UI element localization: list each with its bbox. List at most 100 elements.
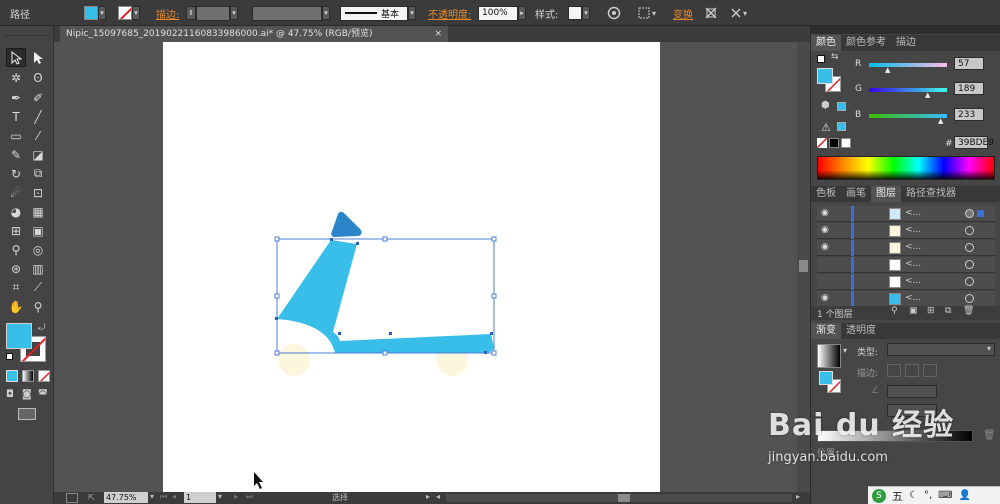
tab-layers[interactable]: 图层 — [871, 186, 901, 202]
opacity-field[interactable]: 100% ▸ — [478, 0, 526, 26]
visibility-eye-icon[interactable]: ◉ — [821, 225, 829, 235]
next-artboard-icon[interactable]: ▸ — [234, 492, 238, 501]
layer-row[interactable]: ◉ <... — [817, 206, 995, 222]
panel-grip[interactable] — [4, 28, 50, 36]
green-value-field[interactable]: 189 — [954, 82, 984, 95]
previous-artboard-icon[interactable]: ◂ — [172, 492, 176, 501]
graphic-style-swatch[interactable]: ▾ — [568, 0, 590, 26]
target-icon[interactable] — [965, 226, 974, 235]
gradient-tool-icon[interactable]: ▣ — [28, 221, 48, 240]
chevron-down-icon[interactable]: ▾ — [132, 6, 140, 20]
green-slider[interactable] — [869, 88, 947, 92]
visibility-eye-icon[interactable]: ◉ — [821, 293, 829, 303]
last-artboard-icon[interactable]: ⏭ — [246, 492, 253, 502]
tab-pathfinder[interactable]: 路径查找器 — [901, 186, 961, 202]
artboard-nav-icon[interactable] — [66, 493, 78, 503]
clipping-mask-icon[interactable]: ▣ — [909, 306, 918, 316]
punctuation-icon[interactable]: °, — [924, 490, 932, 501]
transform-link[interactable]: 变换 — [673, 0, 693, 26]
tab-color-guide[interactable]: 颜色参考 — [841, 35, 891, 51]
vertical-scrollbar[interactable] — [797, 42, 810, 492]
gradient-type-dropdown[interactable]: ▾ — [887, 343, 995, 356]
screen-mode-icon[interactable] — [18, 408, 36, 420]
apply-within-stroke-button[interactable] — [887, 364, 901, 377]
red-value-field[interactable]: 57 — [954, 57, 984, 70]
rectangle-tool-icon[interactable]: ▭ — [6, 126, 26, 145]
lasso-tool-icon[interactable]: ʘ — [28, 68, 48, 87]
dock-header[interactable] — [811, 26, 1000, 34]
aspect-ratio-field[interactable] — [887, 404, 937, 417]
paintbrush-tool-icon[interactable]: ⁄ — [28, 126, 48, 145]
blue-value-field[interactable]: 233 — [954, 108, 984, 121]
color-mode-button[interactable] — [6, 370, 18, 382]
color-spectrum[interactable] — [817, 156, 995, 180]
tab-brushes[interactable]: 画笔 — [841, 186, 871, 202]
user-icon[interactable]: 👤 — [959, 490, 971, 501]
stroke-link[interactable]: 描边: — [156, 0, 179, 26]
target-icon[interactable] — [965, 260, 974, 269]
out-of-web-gamut-icon[interactable]: ⬢ — [821, 100, 830, 111]
chevron-down-icon[interactable]: ▾ — [218, 492, 222, 501]
green-slider-handle[interactable]: ▲ — [925, 91, 930, 99]
scrollbar-thumb[interactable] — [799, 260, 808, 272]
red-slider-handle[interactable]: ▲ — [885, 66, 890, 74]
zoom-field[interactable]: 47.75% — [104, 492, 148, 503]
first-artboard-icon[interactable]: ⏮ — [160, 492, 167, 502]
blue-slider-handle[interactable]: ▲ — [938, 117, 943, 125]
web-safe-swatch[interactable] — [837, 102, 846, 111]
keyboard-icon[interactable]: ⌨ — [938, 490, 952, 501]
target-icon[interactable] — [965, 243, 974, 252]
opacity-link[interactable]: 不透明度: — [428, 0, 471, 26]
out-of-gamut-warning-icon[interactable]: ⚠ — [821, 121, 831, 134]
target-icon[interactable] — [965, 294, 974, 303]
scroll-left-icon[interactable]: ◂ — [436, 492, 440, 501]
hex-value-field[interactable]: 39BDE9 — [954, 136, 994, 149]
selection-tool-icon[interactable] — [6, 48, 26, 67]
curvature-tool-icon[interactable]: ✐ — [28, 88, 48, 107]
mesh-tool-icon[interactable]: ⊞ — [6, 221, 26, 240]
recolor-icon[interactable] — [607, 0, 621, 26]
eraser-tool-icon[interactable]: ◪ — [28, 145, 48, 164]
pencil-tool-icon[interactable]: ✎ — [6, 145, 26, 164]
apply-across-stroke-button[interactable] — [923, 364, 937, 377]
input-mode-label[interactable]: 五 — [892, 488, 903, 504]
stroke-swatch[interactable]: ▾ — [118, 0, 140, 26]
scale-tool-icon[interactable]: ⧉ — [28, 164, 48, 183]
gradient-slider[interactable] — [817, 430, 973, 442]
stroke-weight-spinner[interactable]: ⇕ ▾ — [186, 0, 238, 26]
scrollbar-thumb[interactable] — [618, 494, 630, 502]
tab-swatches[interactable]: 色板 — [811, 186, 841, 202]
selected-art-indicator[interactable] — [977, 210, 984, 217]
pen-tool-icon[interactable]: ✒ — [6, 88, 26, 107]
close-icon[interactable]: × — [434, 26, 442, 42]
gradient-preview-swatch[interactable] — [817, 344, 841, 368]
type-tool-icon[interactable]: T — [6, 107, 26, 126]
draw-normal-icon[interactable]: ◘ — [6, 389, 14, 400]
variable-width-profile[interactable]: ▾ — [252, 0, 330, 26]
visibility-eye-icon[interactable]: ◉ — [821, 208, 829, 218]
tab-color[interactable]: 颜色 — [811, 35, 841, 51]
gradient-fill-swatch[interactable] — [819, 371, 833, 385]
none-color-icon[interactable] — [817, 138, 827, 148]
symbol-sprayer-tool-icon[interactable]: ⊛ — [6, 259, 26, 278]
rotate-tool-icon[interactable]: ↻ — [6, 164, 26, 183]
shape-builder-tool-icon[interactable]: ◕ — [6, 202, 26, 221]
eyedropper-tool-icon[interactable]: ⚲ — [6, 240, 26, 259]
delete-stop-icon[interactable]: 🗑 — [983, 430, 996, 441]
draw-inside-icon[interactable]: ◚ — [38, 389, 48, 400]
layer-row[interactable]: ◉ <... — [817, 223, 995, 239]
gamut-swatch[interactable] — [837, 122, 846, 131]
red-slider[interactable] — [869, 63, 947, 67]
sogou-logo-icon[interactable]: S — [872, 488, 886, 503]
panel-menu-icon[interactable]: ▾ — [730, 0, 752, 26]
line-segment-tool-icon[interactable]: ╱ — [28, 107, 48, 126]
share-icon[interactable]: ⇱ — [88, 493, 98, 503]
layer-row[interactable]: <... — [817, 274, 995, 290]
gradient-mode-button[interactable] — [22, 370, 34, 382]
layer-row[interactable]: <... — [817, 257, 995, 273]
white-swatch[interactable] — [841, 138, 851, 148]
artwork-canvas[interactable] — [163, 42, 660, 504]
tab-transparency[interactable]: 透明度 — [841, 323, 881, 339]
chevron-down-icon[interactable]: ▾ — [150, 492, 154, 501]
default-colors-icon[interactable] — [817, 55, 825, 63]
